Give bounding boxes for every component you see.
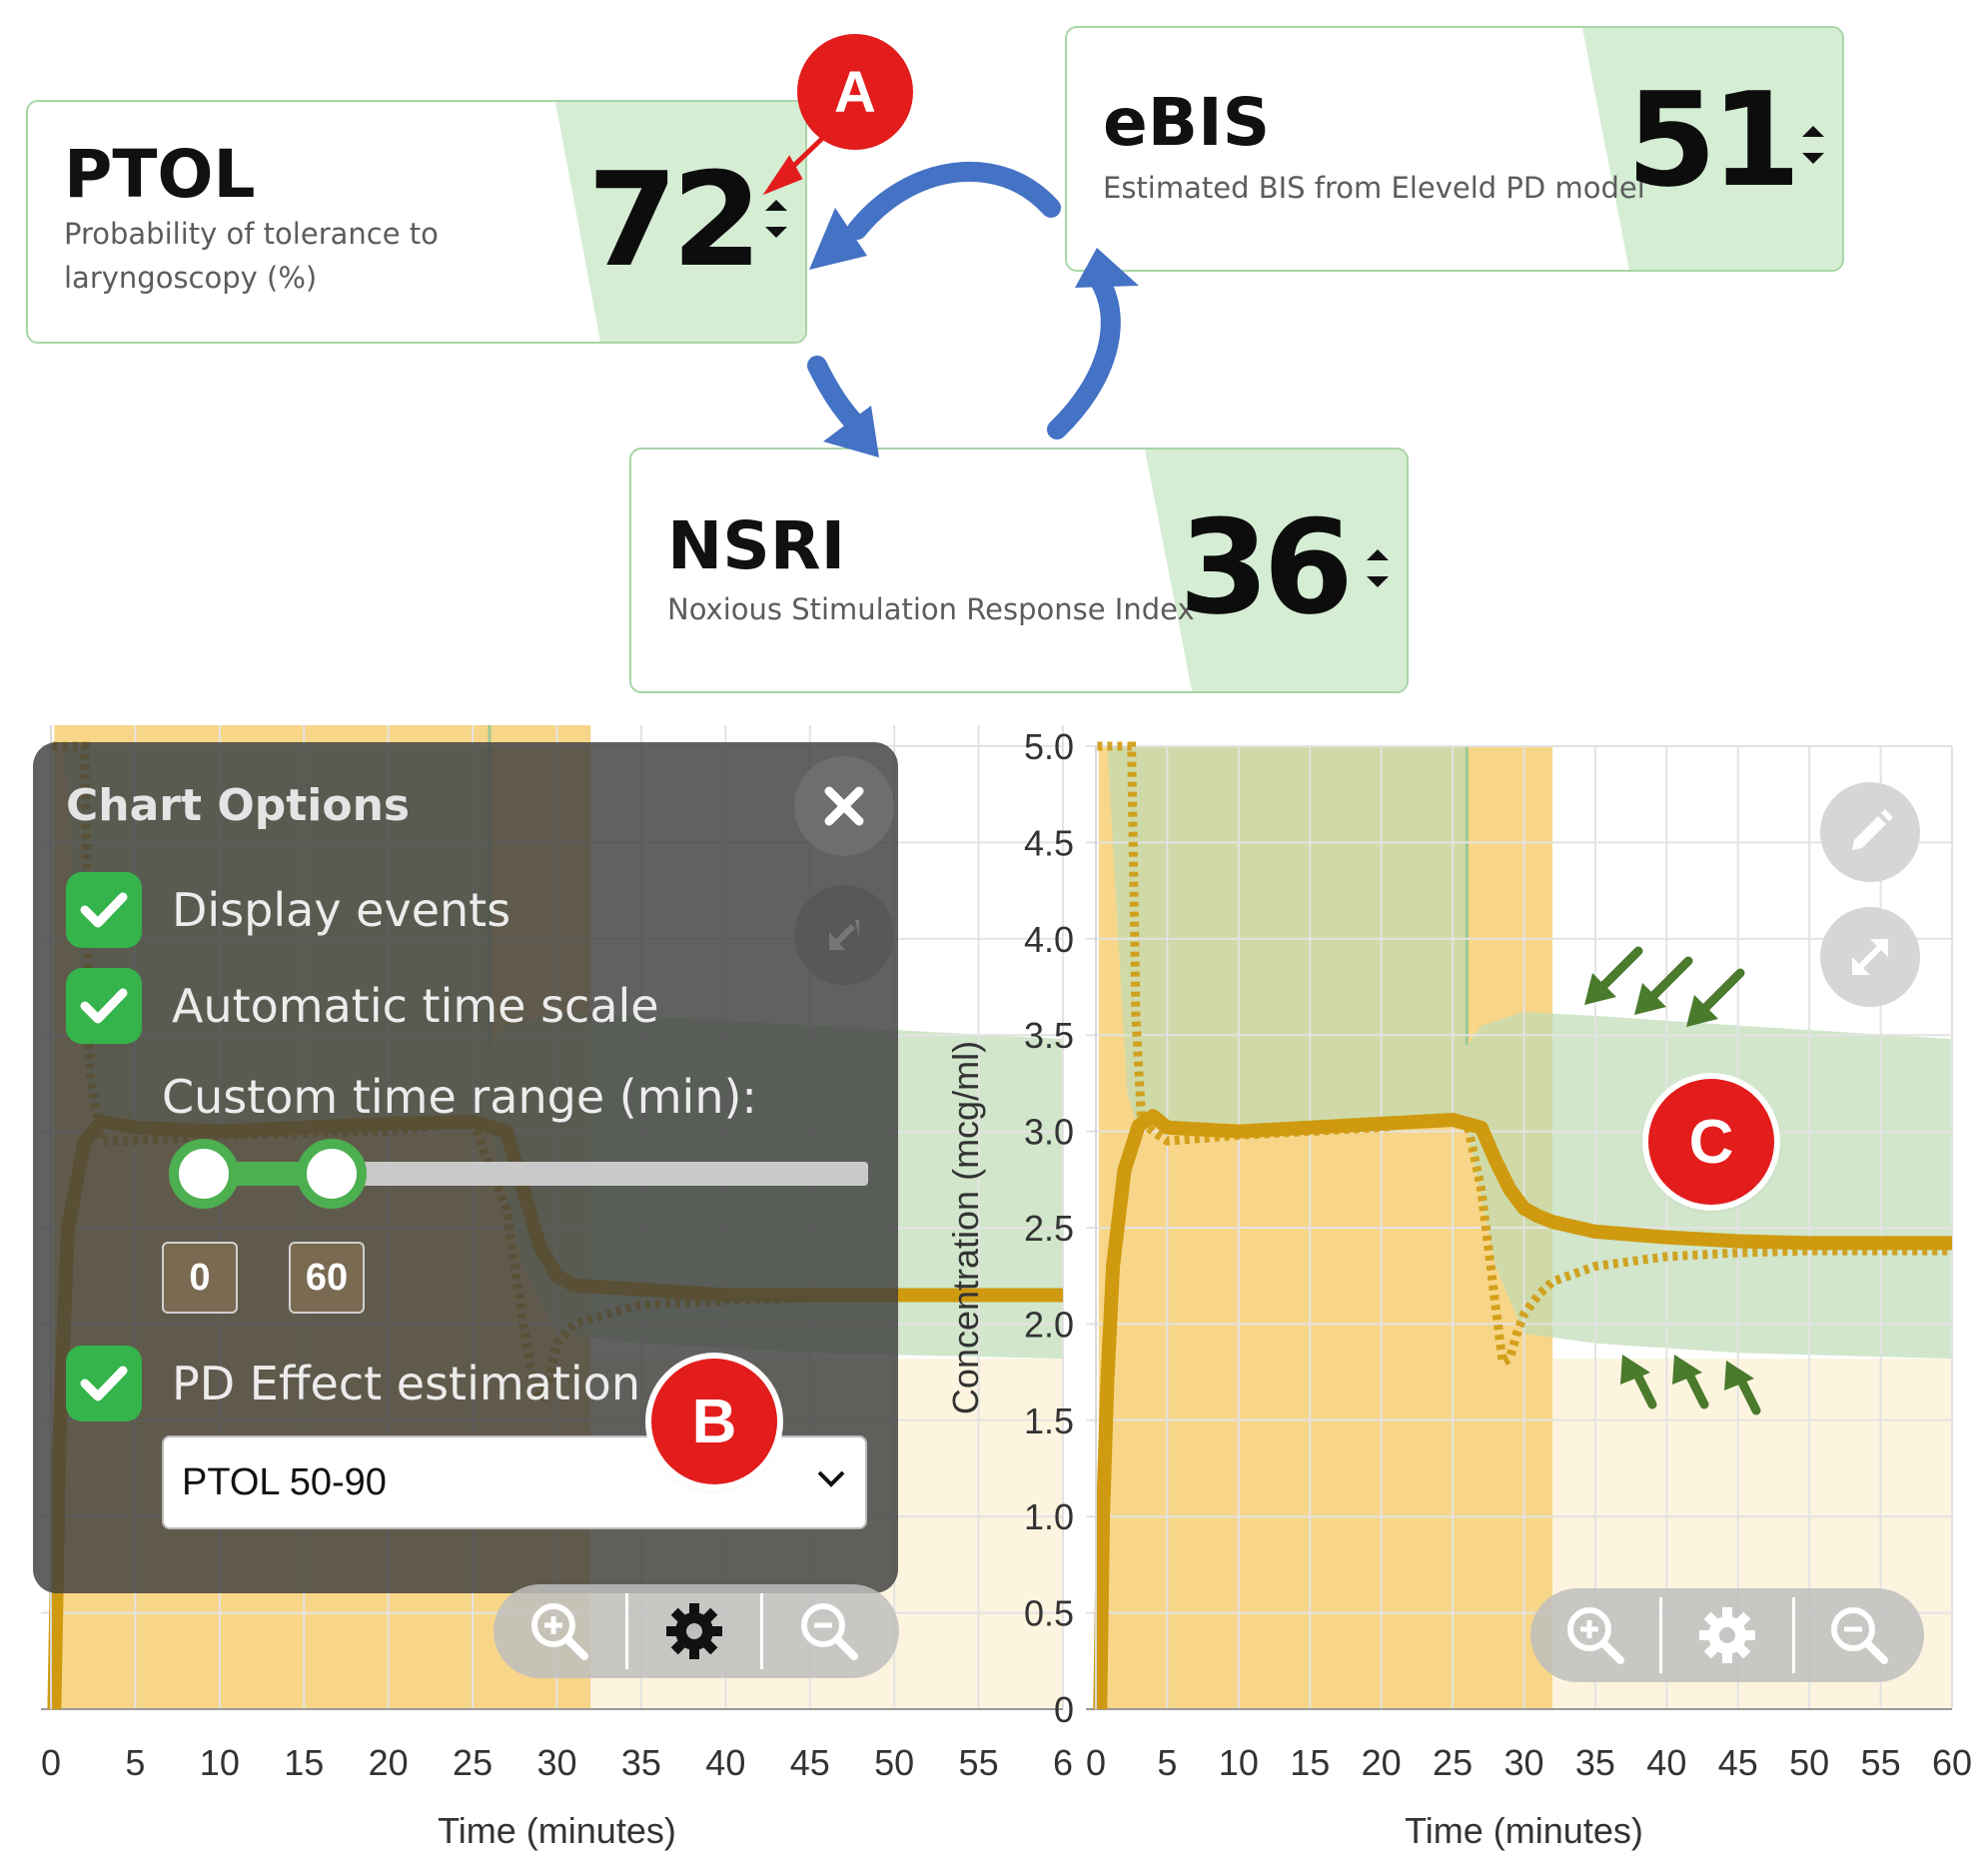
hint-arrows [1584,946,1761,1415]
